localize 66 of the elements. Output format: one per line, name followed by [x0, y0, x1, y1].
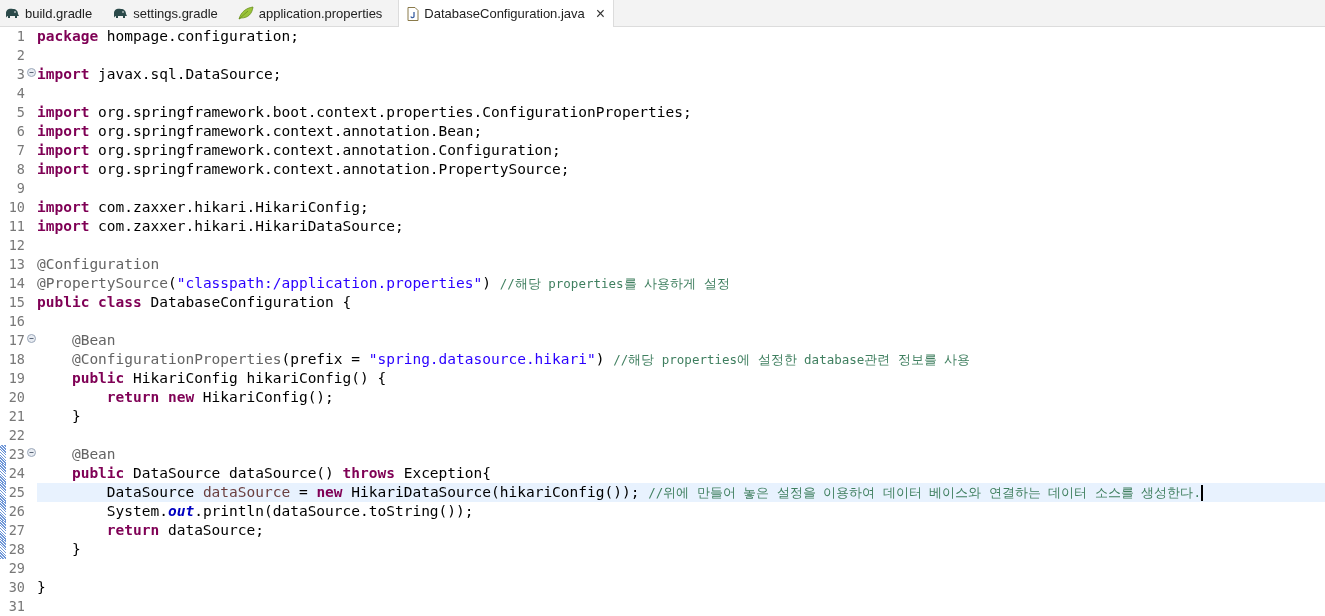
- line-number: 3: [15, 65, 25, 84]
- line-number: 8: [15, 160, 25, 179]
- code-line: import com.zaxxer.hikari.HikariConfig;: [37, 198, 369, 217]
- line-number: 6: [15, 122, 25, 141]
- code-line: @Configuration: [37, 255, 160, 274]
- line-number: 4: [15, 84, 25, 103]
- line-number: 11: [7, 217, 25, 236]
- editor-tab[interactable]: build.gradle: [0, 0, 109, 26]
- code-line: return new HikariConfig();: [105, 388, 334, 407]
- collapse-icon[interactable]: [26, 448, 36, 457]
- line-number: 21: [7, 407, 25, 426]
- code-line: return dataSource;: [105, 521, 264, 540]
- leaf-icon: [237, 6, 254, 20]
- line-number: 16: [7, 312, 25, 331]
- line-number: 5: [15, 103, 25, 122]
- code-line: @PropertySource("classpath:/application.properties") //해당 properties를 사용하게 설정: [37, 274, 730, 293]
- line-number: 19: [7, 369, 25, 388]
- java-file-icon: [407, 6, 420, 21]
- code-line: import javax.sql.DataSource;: [37, 65, 282, 84]
- code-line: import org.springframework.context.annotation.PropertySource;: [37, 160, 570, 179]
- line-number: 31: [7, 597, 25, 616]
- line-number: 20: [7, 388, 25, 407]
- line-number: 12: [7, 236, 25, 255]
- line-number: 22: [7, 426, 25, 445]
- line-number: 14: [7, 274, 25, 293]
- code-line: public DataSource dataSource() throws Exception{: [70, 464, 491, 483]
- line-number: 7: [15, 141, 25, 160]
- line-number: 25: [7, 483, 25, 502]
- elephant-icon: [112, 6, 129, 20]
- line-number: 2: [15, 46, 25, 65]
- code-line: }: [70, 540, 81, 559]
- code-line: }: [37, 578, 46, 597]
- code-line: @Bean: [70, 331, 116, 350]
- collapse-icon[interactable]: [26, 334, 36, 343]
- code-line: import org.springframework.boot.context.properties.ConfigurationProperties;: [37, 103, 692, 122]
- line-number: 17: [7, 331, 25, 350]
- code-line: import org.springframework.context.annotation.Bean;: [37, 122, 483, 141]
- line-number: 28: [7, 540, 25, 559]
- code-line: DataSource dataSource = new HikariDataSource(hikariConfig()); //위에 만들어 놓은 설정을 이용하여 데이터 베이스와 연결하는 데이터 소스를 생성한다.: [105, 483, 1203, 502]
- editor-tab[interactable]: settings.gradle: [108, 0, 234, 26]
- line-number: 9: [15, 179, 25, 198]
- close-icon[interactable]: ×: [595, 4, 606, 23]
- line-number: 30: [7, 578, 25, 597]
- line-number: 15: [7, 293, 25, 312]
- line-number: 1: [15, 27, 25, 46]
- line-number: 13: [7, 255, 25, 274]
- line-number: 18: [7, 350, 25, 369]
- code-line: System.out.println(dataSource.toString());: [105, 502, 474, 521]
- editor-tab[interactable]: DatabaseConfiguration.java ×: [398, 0, 615, 27]
- line-number: 29: [7, 559, 25, 578]
- line-number: 27: [7, 521, 25, 540]
- collapse-icon[interactable]: [26, 68, 36, 77]
- code-line: import com.zaxxer.hikari.HikariDataSource;: [37, 217, 404, 236]
- line-number: 24: [7, 464, 25, 483]
- line-number: 26: [7, 502, 25, 521]
- code-line: public HikariConfig hikariConfig() {: [70, 369, 387, 388]
- editor-tab[interactable]: application.properties: [233, 0, 399, 26]
- code-line: public class DatabaseConfiguration {: [37, 293, 352, 312]
- line-number: 10: [7, 198, 25, 217]
- elephant-icon: [4, 6, 20, 20]
- code-line: package hompage.configuration;: [37, 27, 299, 46]
- line-number: 23: [7, 445, 25, 464]
- code-line: @ConfigurationProperties(prefix = "spring.datasource.hikari") //해당 properties에 설정한 database관련 정보를 사용: [70, 350, 971, 369]
- code-line: }: [70, 407, 81, 426]
- code-line: import org.springframework.context.annotation.Configuration;: [37, 141, 561, 160]
- code-line: @Bean: [70, 445, 116, 464]
